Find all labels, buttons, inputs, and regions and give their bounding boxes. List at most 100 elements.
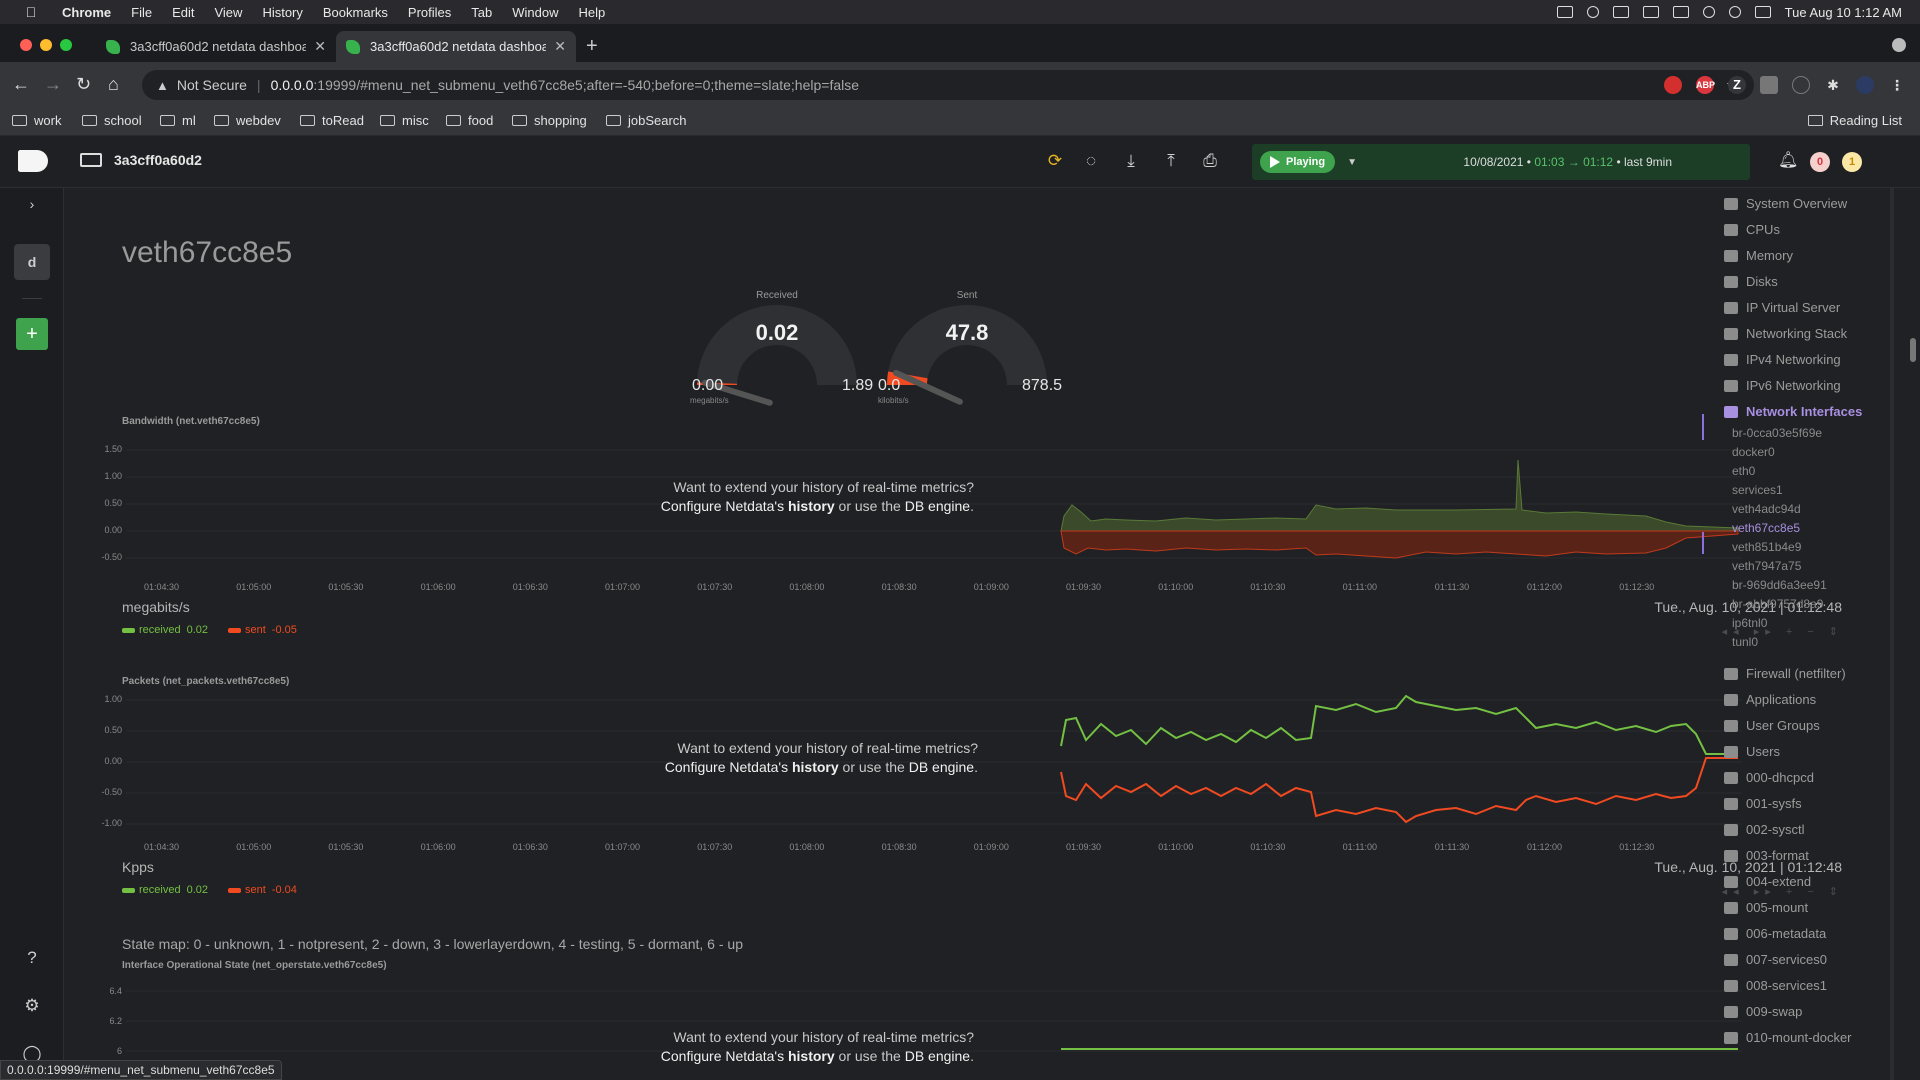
home-icon[interactable]: ⌂ bbox=[108, 74, 119, 95]
apple-icon[interactable]:  bbox=[20, 4, 42, 20]
menubar-clock[interactable]: Tue Aug 10 1:12 AM bbox=[1785, 5, 1902, 20]
submenu-interface-item[interactable]: eth0 bbox=[1732, 464, 1755, 478]
legend-received[interactable]: received 0.02 bbox=[122, 624, 208, 636]
alert-warning-badge[interactable]: 1 bbox=[1842, 152, 1862, 172]
extension-grey-icon[interactable] bbox=[1760, 76, 1778, 94]
bookmark-folder[interactable]: school bbox=[82, 113, 142, 128]
page-scrollbar[interactable] bbox=[1890, 188, 1920, 1080]
menu-section-item[interactable]: 006-metadata bbox=[1724, 926, 1826, 941]
help-icon[interactable]: ? bbox=[14, 948, 50, 968]
gauge-sent[interactable]: Sent 47.8 0.0 878.5 kilobits/s bbox=[872, 290, 1062, 410]
menu-section-item[interactable]: 007-services0 bbox=[1724, 952, 1827, 967]
bell-icon[interactable]: 🔔︎ bbox=[1778, 150, 1798, 170]
window-manager-icon[interactable] bbox=[1612, 6, 1629, 18]
mute-icon[interactable] bbox=[1642, 6, 1659, 18]
extension-red-icon[interactable] bbox=[1664, 76, 1682, 94]
menu-section-item[interactable]: Applications bbox=[1724, 692, 1816, 707]
back-arrow-icon[interactable]: ← bbox=[12, 74, 30, 95]
history-link[interactable]: history bbox=[792, 759, 839, 775]
menu-section-item[interactable]: User Groups bbox=[1724, 718, 1820, 733]
db-engine-link[interactable]: DB engine bbox=[905, 498, 970, 514]
menu-history[interactable]: History bbox=[262, 5, 302, 20]
security-label[interactable]: Not Secure bbox=[177, 77, 247, 93]
menu-tab[interactable]: Tab bbox=[471, 5, 492, 20]
bookmark-folder[interactable]: jobSearch bbox=[606, 113, 687, 128]
menu-bookmarks[interactable]: Bookmarks bbox=[323, 5, 388, 20]
settings-gear-icon[interactable]: ⚙ bbox=[14, 996, 50, 1016]
play-button[interactable]: Playing bbox=[1260, 151, 1336, 173]
battery-icon[interactable] bbox=[1672, 6, 1689, 18]
browser-tab-1[interactable]: 3a3cff0a60d2 netdata dashboard ✕ bbox=[96, 31, 336, 62]
bookmark-folder[interactable]: ml bbox=[160, 113, 196, 128]
browser-tab-2-active[interactable]: 3a3cff0a60d2 netdata dashboard ✕ bbox=[336, 31, 576, 62]
menu-section-disks[interactable]: Disks bbox=[1724, 274, 1778, 289]
db-engine-link[interactable]: DB engine bbox=[905, 1048, 970, 1064]
history-link[interactable]: history bbox=[788, 1048, 835, 1064]
menu-window[interactable]: Window bbox=[512, 5, 558, 20]
submenu-interface-item[interactable]: veth7947a75 bbox=[1732, 559, 1801, 573]
submenu-interface-item[interactable]: docker0 bbox=[1732, 445, 1775, 459]
menu-section-item[interactable]: 010-mount-docker bbox=[1724, 1030, 1852, 1045]
sync-icon[interactable]: ⟳ bbox=[1044, 150, 1066, 172]
menu-section-item[interactable]: 004-extend bbox=[1724, 874, 1811, 889]
bookmark-folder[interactable]: work bbox=[12, 113, 61, 128]
alert-critical-badge[interactable]: 0 bbox=[1810, 152, 1830, 172]
reload-icon[interactable]: ↻ bbox=[76, 74, 91, 95]
submenu-interface-item[interactable]: br-abbf9757d8a9 bbox=[1732, 597, 1823, 611]
menu-section-item[interactable]: Users bbox=[1724, 744, 1780, 759]
info-extension-icon[interactable] bbox=[1792, 76, 1810, 94]
theme-bulb-icon[interactable]: ◌ bbox=[1080, 150, 1102, 172]
menu-section-item[interactable]: Firewall (netfilter) bbox=[1724, 666, 1846, 681]
close-tab-icon[interactable]: ✕ bbox=[554, 38, 566, 55]
menu-section-ipv6-networking[interactable]: IPv6 Networking bbox=[1724, 378, 1841, 393]
submenu-interface-item[interactable]: services1 bbox=[1732, 483, 1783, 497]
menu-section-networking-stack[interactable]: Networking Stack bbox=[1724, 326, 1847, 341]
menu-section-item[interactable]: 000-dhcpcd bbox=[1724, 770, 1814, 785]
submenu-interface-item[interactable]: br-0cca03e5f69e bbox=[1732, 426, 1822, 440]
upload-icon[interactable]: ⤒ bbox=[1160, 150, 1182, 172]
menu-section-item[interactable]: 005-mount bbox=[1724, 900, 1808, 915]
wifi-icon[interactable] bbox=[1702, 6, 1715, 18]
bookmark-folder[interactable]: webdev bbox=[214, 113, 281, 128]
zoom-window-button[interactable] bbox=[60, 39, 72, 51]
bookmark-folder[interactable]: food bbox=[446, 113, 493, 128]
menu-section-item[interactable]: 003-format bbox=[1724, 848, 1809, 863]
chevron-down-icon[interactable]: ▼ bbox=[1347, 157, 1357, 168]
extensions-puzzle-icon[interactable]: ✱ bbox=[1824, 76, 1842, 94]
spotlight-search-icon[interactable] bbox=[1728, 6, 1741, 18]
menu-help[interactable]: Help bbox=[579, 5, 606, 20]
menu-section-item[interactable]: 001-sysfs bbox=[1724, 796, 1802, 811]
menu-edit[interactable]: Edit bbox=[172, 5, 194, 20]
gauge-received[interactable]: Received 0.02 0.00 1.89 megabits/s bbox=[682, 290, 873, 410]
expand-chevron-icon[interactable]: › bbox=[14, 196, 50, 212]
submenu-interface-item[interactable]: ip6tnl0 bbox=[1732, 616, 1767, 630]
menu-profiles[interactable]: Profiles bbox=[408, 5, 451, 20]
netdata-logo-icon[interactable] bbox=[18, 150, 48, 172]
add-space-button[interactable]: + bbox=[16, 318, 48, 350]
menu-section-system-overview[interactable]: System Overview bbox=[1724, 196, 1847, 211]
history-link[interactable]: history bbox=[788, 498, 835, 514]
menu-view[interactable]: View bbox=[214, 5, 242, 20]
submenu-interface-item[interactable]: veth67cc8e5 bbox=[1732, 521, 1800, 535]
forward-arrow-icon[interactable]: → bbox=[44, 74, 62, 95]
legend-received[interactable]: received 0.02 bbox=[122, 884, 208, 896]
download-icon[interactable]: ⤓ bbox=[1120, 150, 1142, 172]
submenu-interface-item[interactable]: br-969dd6a3ee91 bbox=[1732, 578, 1827, 592]
reading-list-button[interactable]: Reading List bbox=[1807, 113, 1902, 128]
scrollbar-thumb[interactable] bbox=[1910, 338, 1916, 362]
z-extension-icon[interactable]: Z bbox=[1728, 76, 1746, 94]
docker-icon[interactable] bbox=[1556, 6, 1573, 18]
legend-sent[interactable]: sent -0.04 bbox=[228, 884, 297, 896]
menu-section-memory[interactable]: Memory bbox=[1724, 248, 1793, 263]
scrollbar-track[interactable] bbox=[1890, 188, 1894, 1080]
menu-section-network-interfaces[interactable]: Network Interfaces bbox=[1724, 404, 1862, 419]
menu-file[interactable]: File bbox=[131, 5, 152, 20]
menu-section-item[interactable]: 002-sysctl bbox=[1724, 822, 1805, 837]
control-center-icon[interactable] bbox=[1754, 6, 1771, 18]
menu-section-ipv4-networking[interactable]: IPv4 Networking bbox=[1724, 352, 1841, 367]
bookmark-folder[interactable]: toRead bbox=[300, 113, 364, 128]
submenu-interface-item[interactable]: tunl0 bbox=[1732, 635, 1758, 649]
close-tab-icon[interactable]: ✕ bbox=[314, 38, 326, 55]
node-selector[interactable]: 3a3cff0a60d2 bbox=[80, 152, 202, 168]
tab-search-icon[interactable] bbox=[1892, 38, 1906, 52]
